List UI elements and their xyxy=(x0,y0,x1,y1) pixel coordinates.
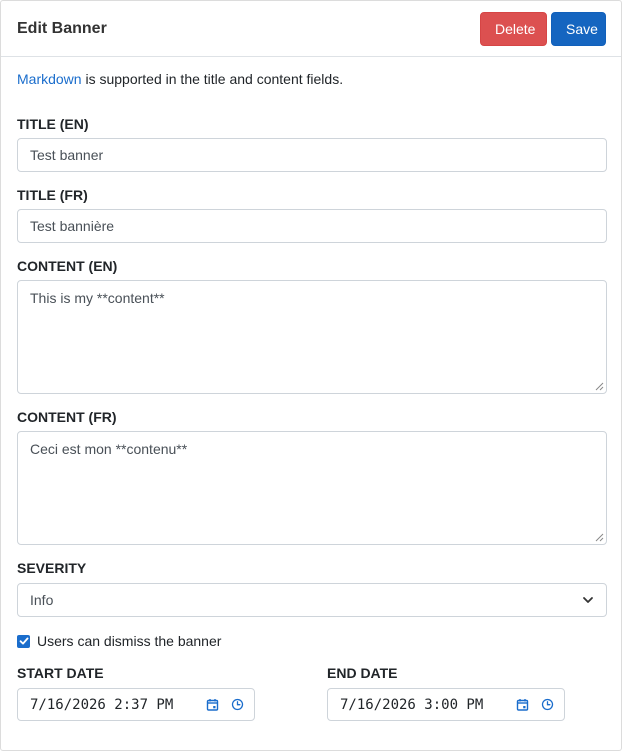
header-actions: Delete Save xyxy=(480,11,606,46)
resize-grip-icon[interactable] xyxy=(595,533,604,542)
calendar-icon[interactable] xyxy=(516,698,529,711)
severity-select[interactable]: Info xyxy=(17,583,607,617)
end-date-group: END DATE 7/16/2026 3:00 PM xyxy=(327,665,565,721)
chevron-down-icon xyxy=(583,597,593,603)
markdown-link[interactable]: Markdown xyxy=(17,71,82,87)
title-en-value: Test banner xyxy=(30,147,104,163)
start-date-group: START DATE 7/16/2026 2:37 PM xyxy=(17,665,255,721)
title-en-label: TITLE (EN) xyxy=(17,116,89,132)
content-en-label: CONTENT (EN) xyxy=(17,258,118,274)
content-fr-value: Ceci est mon **contenu** xyxy=(30,441,188,457)
title-fr-label: TITLE (FR) xyxy=(17,187,88,203)
calendar-icon[interactable] xyxy=(206,698,219,711)
dismiss-checkbox[interactable] xyxy=(17,634,30,648)
start-date-icons xyxy=(206,698,244,711)
save-button[interactable]: Save xyxy=(551,11,606,46)
card-header: Edit Banner Delete Save xyxy=(1,1,621,57)
severity-label: SEVERITY xyxy=(17,560,87,576)
content-en-value: This is my **content** xyxy=(30,290,165,306)
content-en-textarea[interactable]: This is my **content** xyxy=(17,280,607,394)
date-range: START DATE 7/16/2026 2:37 PM END DATE 7/… xyxy=(17,665,605,721)
title-fr-input[interactable]: Test bannière xyxy=(17,209,607,243)
severity-value: Info xyxy=(30,592,54,608)
checkmark-icon xyxy=(19,637,28,645)
title-en-input[interactable]: Test banner xyxy=(17,138,607,172)
delete-button[interactable]: Delete xyxy=(480,11,547,46)
page-title: Edit Banner xyxy=(17,20,107,37)
dismiss-checkbox-row[interactable]: Users can dismiss the banner xyxy=(17,631,605,651)
end-date-icons xyxy=(516,698,554,711)
content-fr-label: CONTENT (FR) xyxy=(17,409,117,425)
form-body: Markdown is supported in the title and c… xyxy=(1,57,621,721)
resize-grip-icon[interactable] xyxy=(595,382,604,391)
edit-banner-card: Edit Banner Delete Save Markdown is supp… xyxy=(0,0,622,751)
start-date-input[interactable]: 7/16/2026 2:37 PM xyxy=(17,688,255,721)
markdown-hint-text: is supported in the title and content fi… xyxy=(81,71,344,87)
markdown-hint: Markdown is supported in the title and c… xyxy=(17,71,605,88)
clock-icon[interactable] xyxy=(541,698,554,711)
clock-icon[interactable] xyxy=(231,698,244,711)
end-date-label: END DATE xyxy=(327,665,398,681)
start-date-label: START DATE xyxy=(17,665,104,681)
end-date-input[interactable]: 7/16/2026 3:00 PM xyxy=(327,688,565,721)
title-fr-value: Test bannière xyxy=(30,218,115,234)
content-fr-textarea[interactable]: Ceci est mon **contenu** xyxy=(17,431,607,545)
end-date-value: 7/16/2026 3:00 PM xyxy=(340,696,484,713)
start-date-value: 7/16/2026 2:37 PM xyxy=(30,696,174,713)
dismiss-label: Users can dismiss the banner xyxy=(37,633,222,649)
